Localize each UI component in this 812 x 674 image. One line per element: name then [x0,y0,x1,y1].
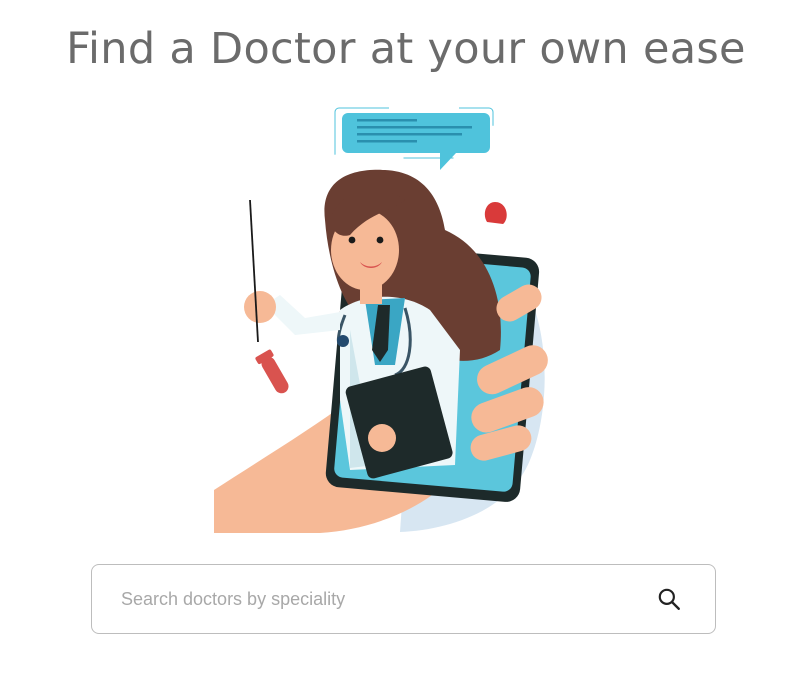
doctor-on-phone-illustration [214,107,548,533]
chat-bubble [334,107,494,170]
stethoscope-chest [337,335,349,347]
page-title: Find a Doctor at your own ease [66,24,746,74]
right-eye [376,236,384,244]
raised-fist [244,291,276,323]
left-eye [348,236,356,244]
test-tube [255,349,289,394]
search-icon [658,588,680,610]
search-bar[interactable] [91,564,716,634]
drop-icon [484,202,507,224]
raised-arm [265,295,340,335]
search-input[interactable] [92,565,639,633]
neck [360,280,382,304]
holding-hand [368,424,396,452]
search-button[interactable] [639,565,699,633]
